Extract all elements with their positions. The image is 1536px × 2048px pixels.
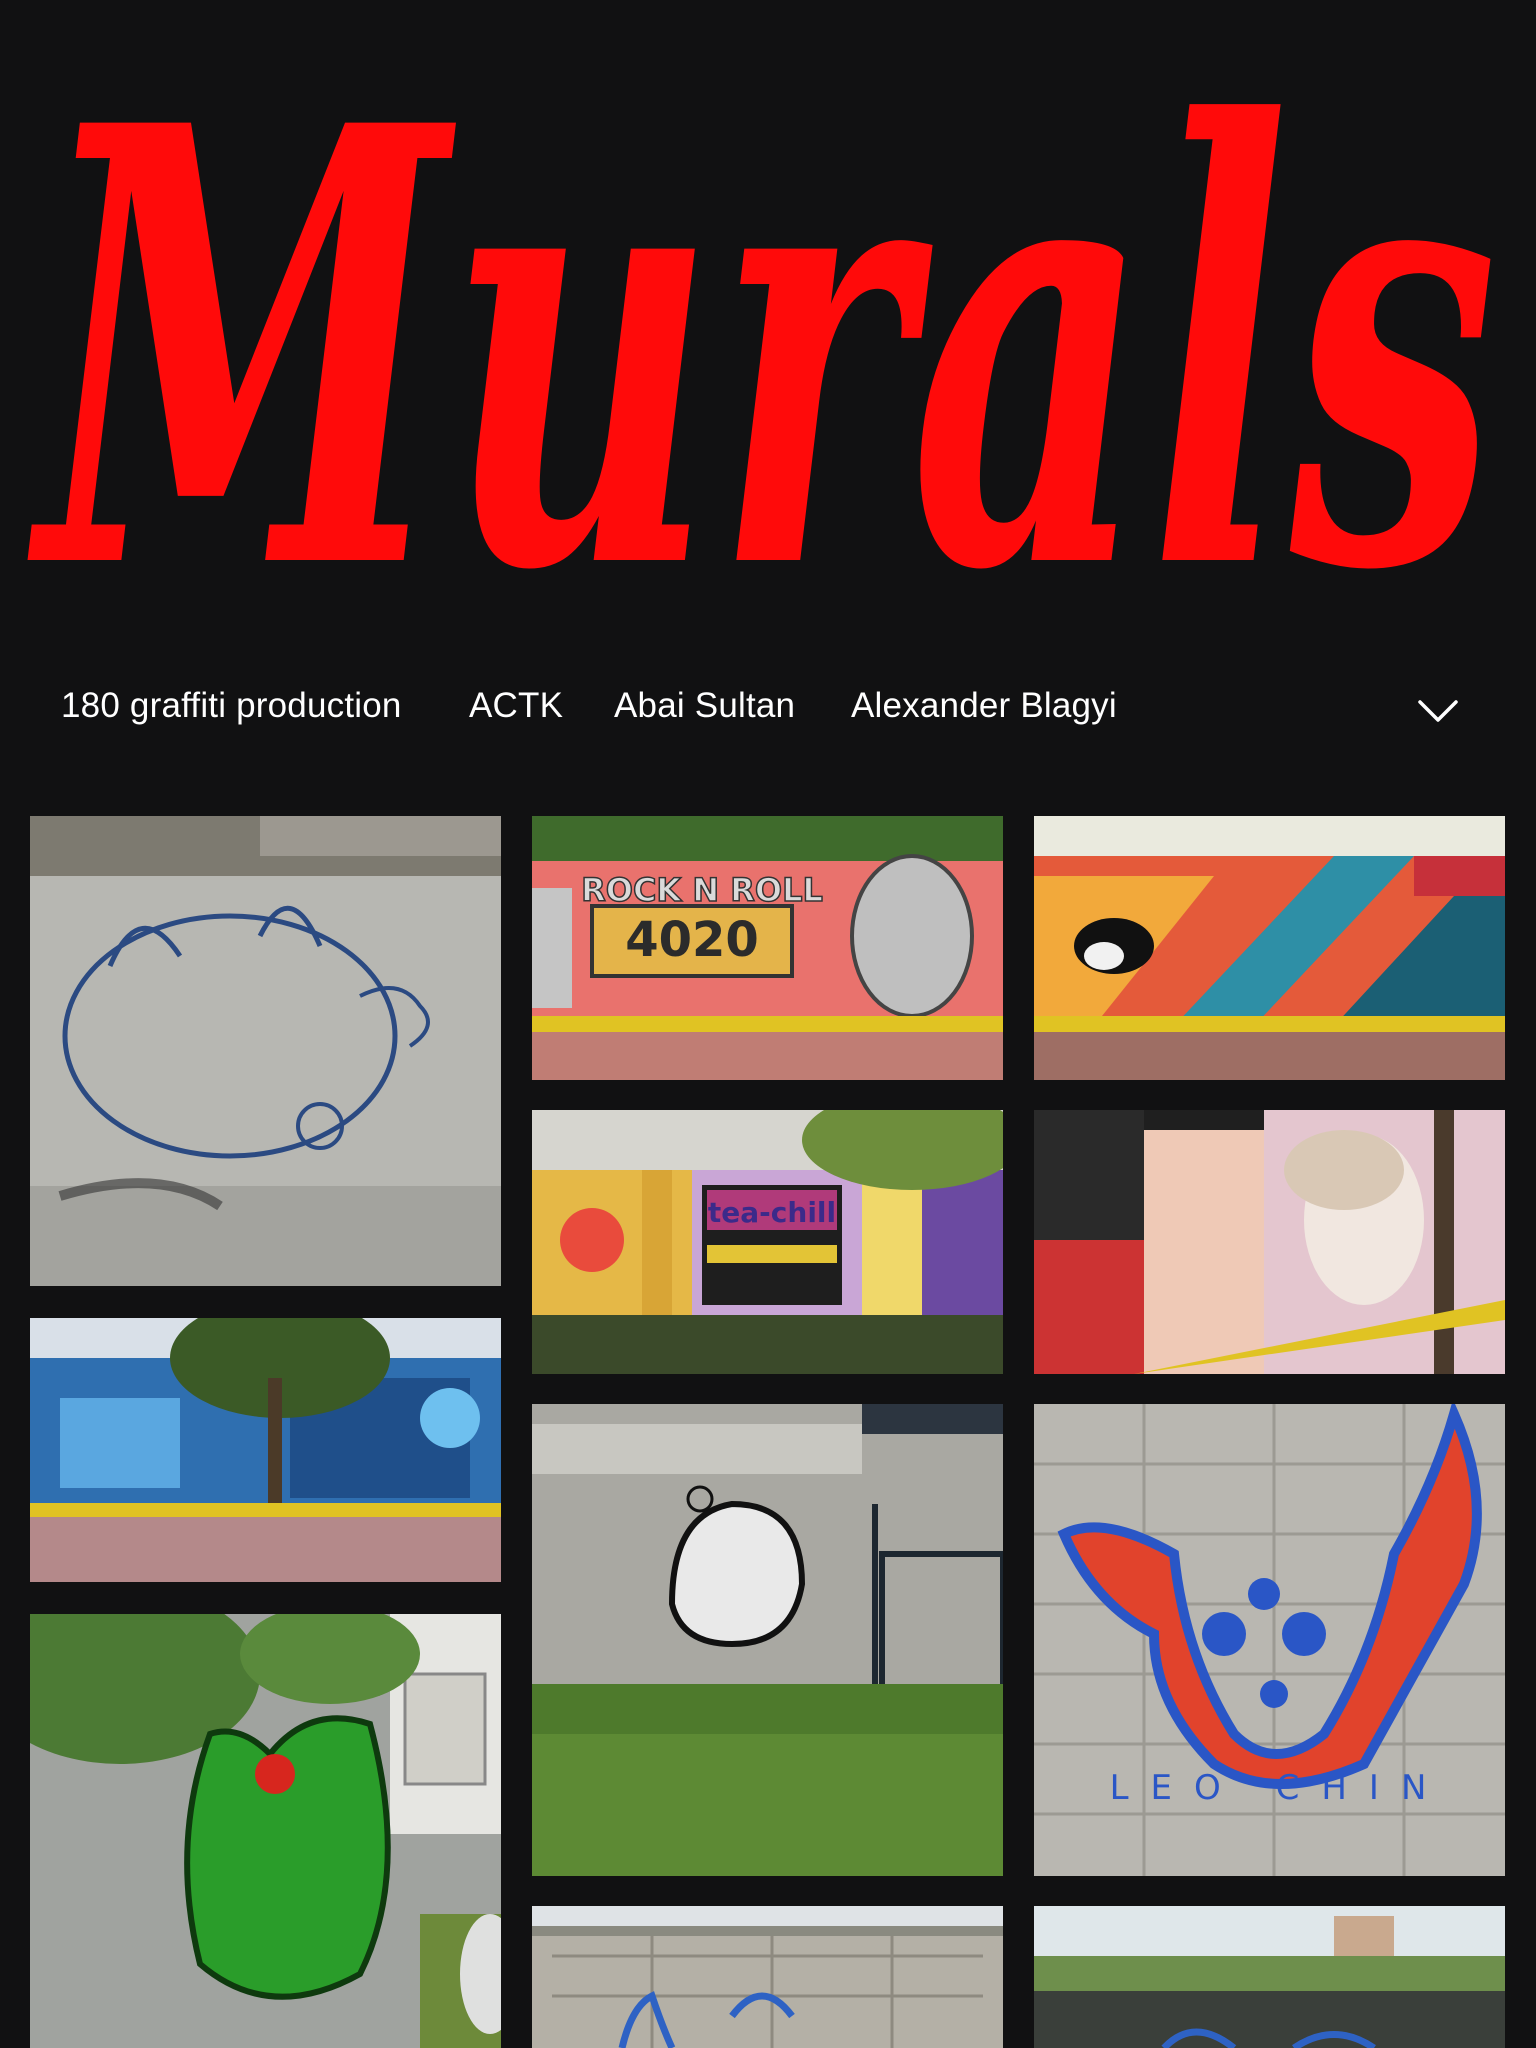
page-title: Murals [26, 0, 1498, 660]
tile-text-4020: 4020 [625, 912, 759, 968]
hero-header: Murals [0, 0, 1536, 660]
gallery-photo[interactable] [1034, 816, 1505, 1080]
gallery-photo[interactable] [1034, 1906, 1505, 2048]
gallery-photo[interactable]: 4020 ROCK N ROLL [532, 816, 1003, 1080]
nav-item-actk[interactable]: ACTK [469, 686, 563, 726]
chevron-down-icon[interactable] [1414, 690, 1462, 730]
gallery-photo[interactable]: tea-chill [532, 1110, 1003, 1374]
nav-item-180-graffiti-production[interactable]: 180 graffiti production [61, 686, 402, 726]
nav-item-alexander-blagyi[interactable]: Alexander Blagyi [851, 686, 1117, 726]
gallery-photo[interactable]: LEO CHIN [1034, 1404, 1505, 1876]
tile-text-tea-chill: tea-chill [708, 1196, 836, 1229]
artist-filter-nav: 180 graffiti production ACTK Abai Sultan… [0, 670, 1536, 740]
nav-item-abai-sultan[interactable]: Abai Sultan [614, 686, 795, 726]
tile-text-rock-n-roll: ROCK N ROLL [581, 871, 823, 909]
gallery-photo[interactable] [30, 1614, 501, 2048]
gallery-photo[interactable] [532, 1404, 1003, 1876]
gallery-photo[interactable] [30, 816, 501, 1286]
gallery-photo[interactable] [30, 1318, 501, 1582]
gallery-photo[interactable] [532, 1906, 1003, 2048]
tile-text-leo-chin: LEO CHIN [1110, 1768, 1449, 1808]
hero-title-graphic: Murals [26, 0, 1498, 660]
gallery-photo[interactable] [1034, 1110, 1505, 1374]
